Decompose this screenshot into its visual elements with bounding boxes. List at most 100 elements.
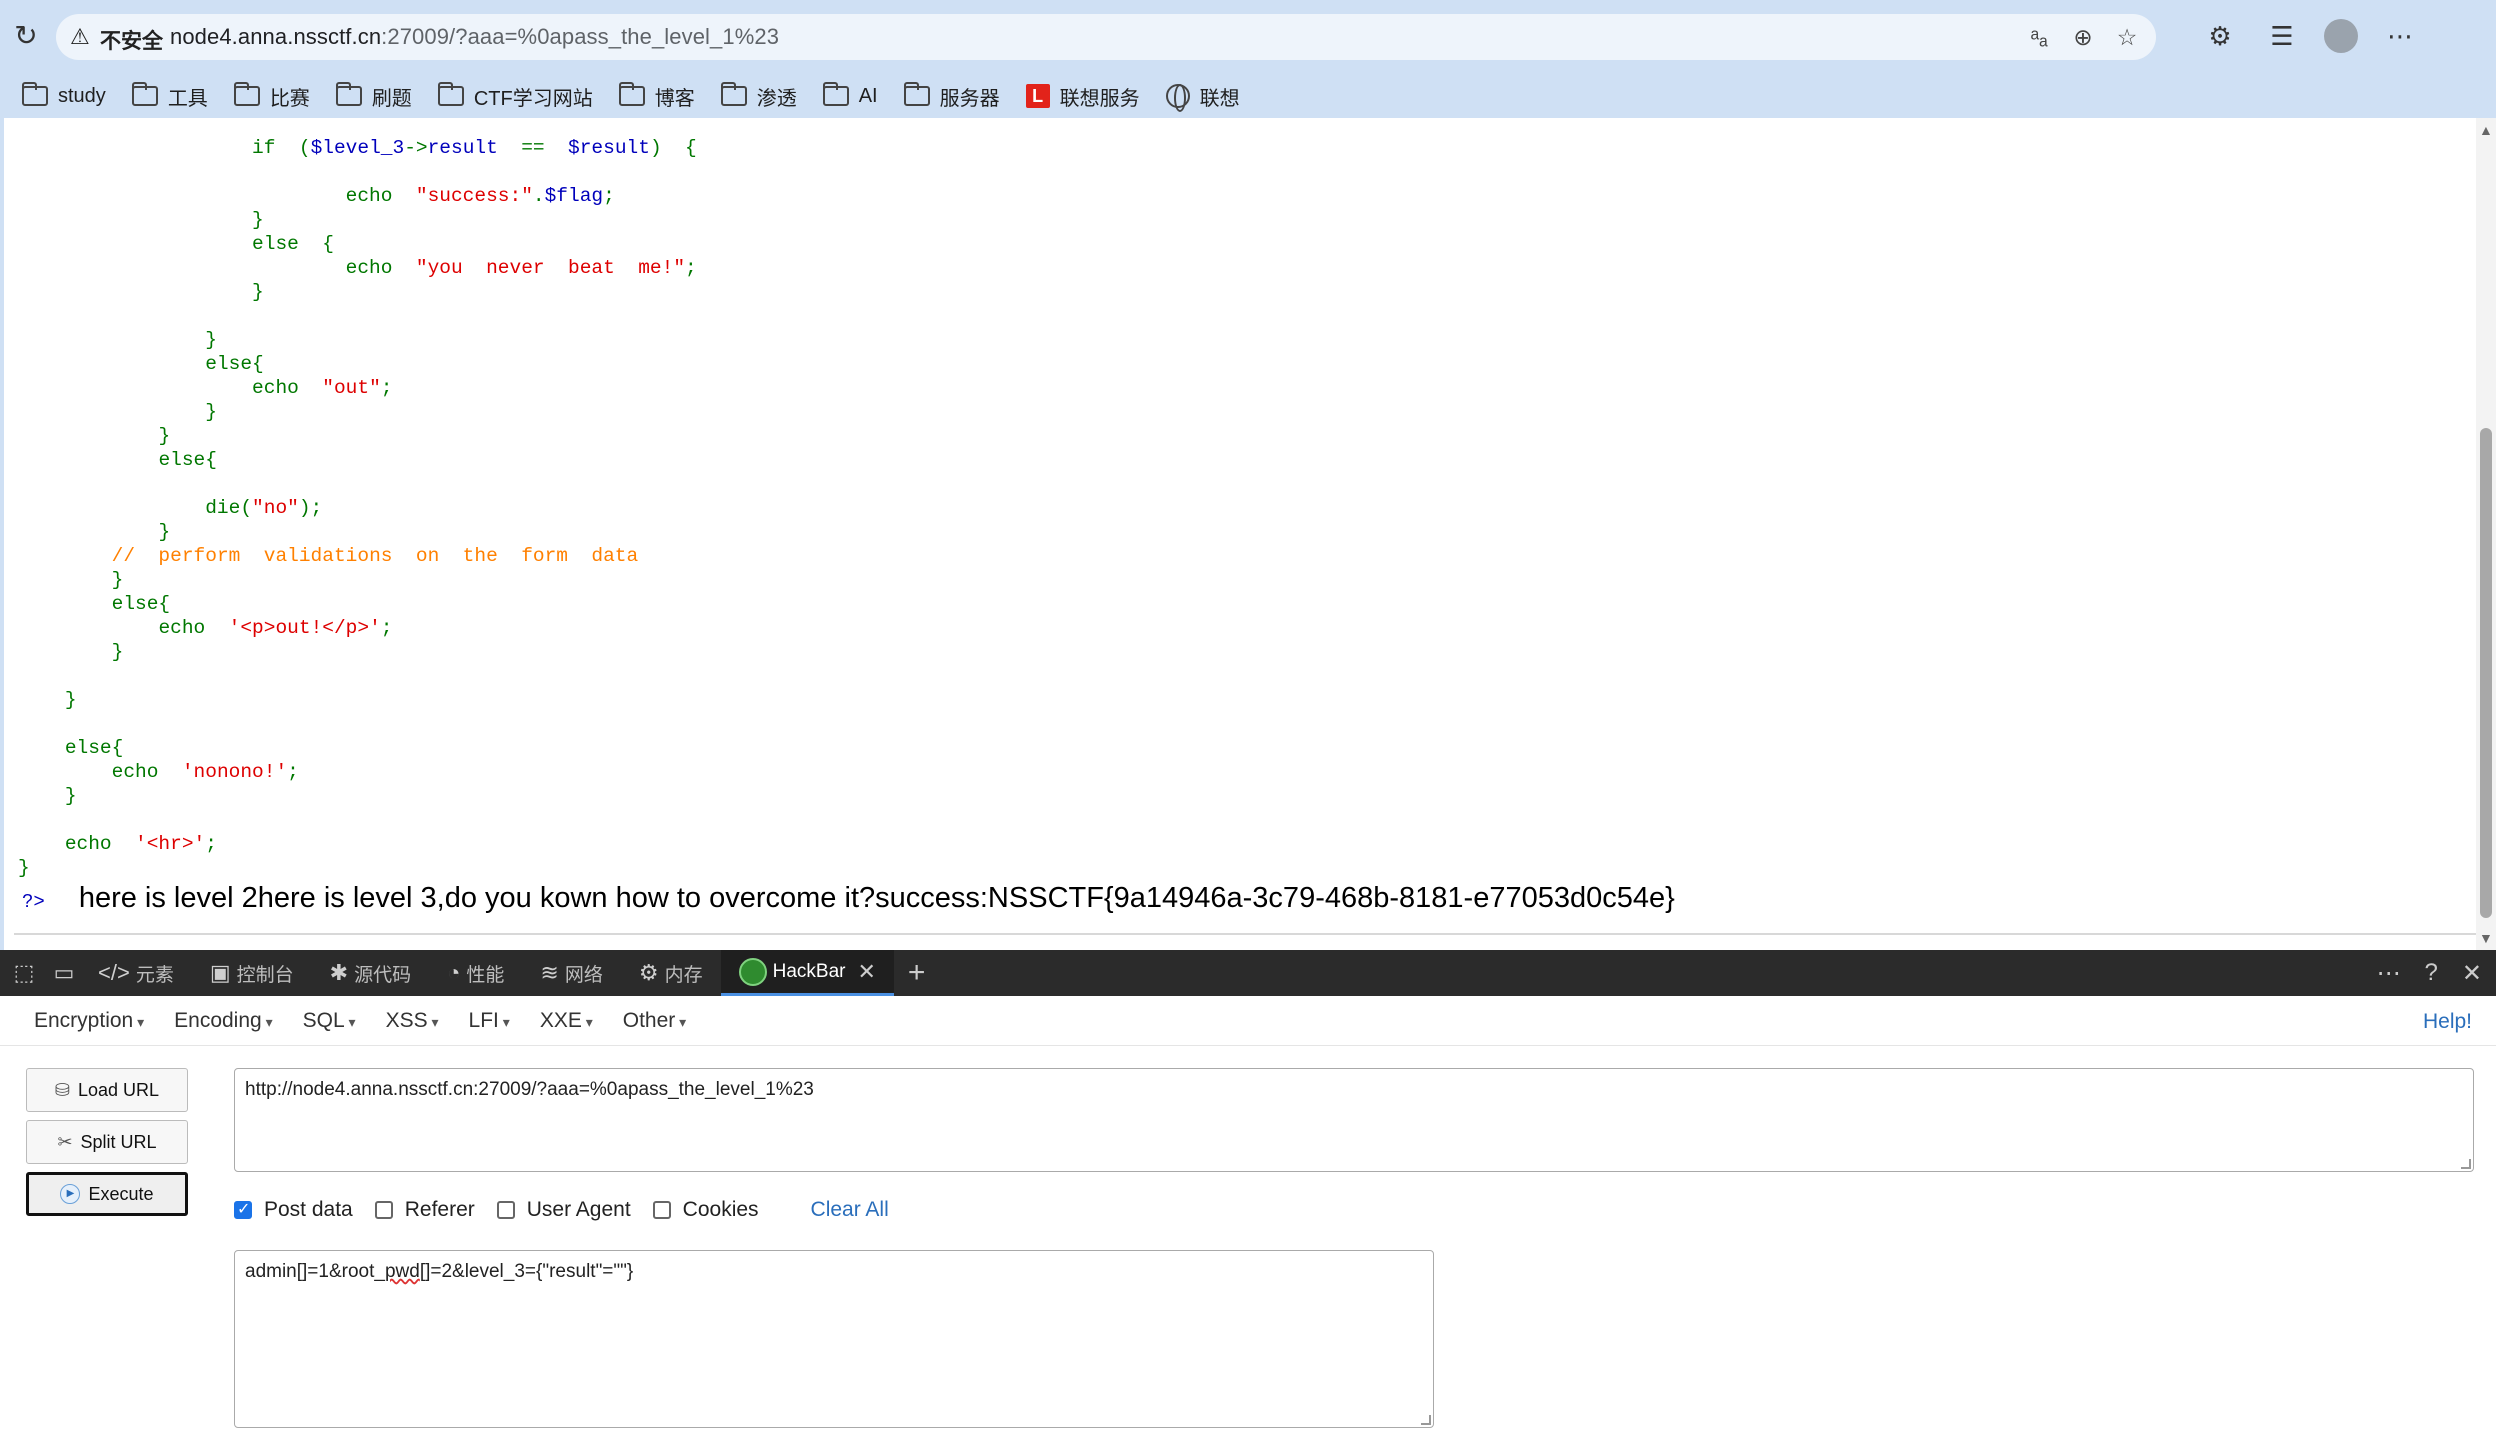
scroll-up-icon[interactable]: ▲ <box>2479 122 2493 138</box>
code-token: echo <box>345 185 416 207</box>
translate-icon[interactable]: ᵃₐ <box>2024 22 2054 52</box>
code-token: } <box>252 281 264 303</box>
code-line: } <box>18 280 697 304</box>
menu-encryption[interactable]: Encryption <box>34 1009 144 1033</box>
checkbox-checked[interactable] <box>234 1199 252 1219</box>
vertical-scrollbar[interactable]: ▲ ▼ <box>2476 118 2496 950</box>
code-line: } <box>18 424 697 448</box>
cookies-checkbox[interactable]: Cookies <box>652 1198 759 1222</box>
tab-memory[interactable]: ⚙ 内存 <box>621 950 721 996</box>
profile-avatar[interactable] <box>2324 19 2358 53</box>
bookmark-lenovo-service[interactable]: L 联想服务 <box>1025 82 1140 111</box>
post-data-textarea[interactable]: admin[]=1&root_pwd[]=2&level_3={"result"… <box>234 1250 1434 1428</box>
code-line: die("no"); <box>18 496 697 520</box>
code-token: } <box>205 329 217 351</box>
scroll-down-icon[interactable]: ▼ <box>2479 930 2493 946</box>
tab-network[interactable]: ≋ 网络 <box>522 950 620 996</box>
more-options-icon[interactable]: ⋯ <box>2377 959 2401 988</box>
add-tab-icon[interactable]: + <box>894 956 940 990</box>
code-token: echo <box>345 257 416 279</box>
code-token: result <box>427 137 522 159</box>
tab-hackbar[interactable]: HackBar ✕ <box>720 950 894 996</box>
menu-encoding[interactable]: Encoding <box>174 1009 273 1033</box>
bookmark-blog[interactable]: 博客 <box>618 82 695 111</box>
more-menu-icon[interactable]: ⋯ <box>2380 16 2420 56</box>
tab-sources[interactable]: ✱ 源代码 <box>312 950 429 996</box>
warning-icon[interactable]: ⚠ <box>70 24 90 50</box>
code-token: '<hr>' <box>135 833 206 855</box>
code-token: ; <box>380 617 393 639</box>
zoom-icon[interactable]: ⊕ <box>2068 22 2098 52</box>
split-url-button[interactable]: ✂ Split URL <box>26 1120 188 1164</box>
reload-icon[interactable]: ↻ <box>10 20 42 52</box>
bookmark-label: 比赛 <box>269 87 310 110</box>
code-token: echo <box>111 761 182 783</box>
bookmark-label: 联想服务 <box>1059 87 1140 110</box>
menu-xss[interactable]: XSS <box>386 1009 439 1033</box>
favorites-icon[interactable]: ☰ <box>2262 16 2302 56</box>
post-data-checkbox[interactable]: Post data <box>234 1198 353 1222</box>
scrollbar-thumb[interactable] <box>2480 428 2492 918</box>
code-token: } <box>111 641 124 663</box>
bookmark-pentest[interactable]: 渗透 <box>720 82 797 111</box>
bookmark-lenovo[interactable]: 联想 <box>1165 82 1240 112</box>
bookmark-practice[interactable]: 刷题 <box>335 82 412 111</box>
globe-icon <box>1165 84 1190 112</box>
code-line: } <box>18 856 697 880</box>
console-icon: ▣ <box>209 960 231 985</box>
page-viewport: if ($level_3->result == $result) { echo … <box>0 118 2496 950</box>
inspect-icon[interactable]: ⬚ <box>8 950 40 996</box>
bookmark-ai[interactable]: AI <box>822 82 878 108</box>
bookmark-ctf-sites[interactable]: CTF学习网站 <box>437 82 593 111</box>
close-devtools-icon[interactable]: ✕ <box>2462 959 2482 988</box>
browser-chrome: ↻ ⚠ 不安全 node4.anna.nssctf.cn:27009/?aaa=… <box>0 0 2496 118</box>
tab-performance[interactable]: ◔ 性能 <box>429 950 522 996</box>
device-toggle-icon[interactable]: ▭ <box>48 950 80 996</box>
resize-handle-icon[interactable] <box>2461 1159 2471 1169</box>
folder-icon <box>437 82 464 106</box>
url-value: http://node4.anna.nssctf.cn:27009/?aaa=%… <box>245 1079 814 1100</box>
url-text[interactable]: node4.anna.nssctf.cn:27009/?aaa=%0apass_… <box>170 24 779 50</box>
extensions-icon[interactable]: ⚙ <box>2200 16 2240 56</box>
bookmark-servers[interactable]: 服务器 <box>903 82 1000 111</box>
execute-button[interactable]: ▶ Execute <box>26 1172 188 1216</box>
tab-console[interactable]: ▣ 控制台 <box>192 950 312 996</box>
resize-handle-icon[interactable] <box>1421 1415 1431 1425</box>
code-token: else{ <box>205 353 264 375</box>
bookmark-contests[interactable]: 比赛 <box>233 82 310 111</box>
checkbox-unchecked[interactable] <box>652 1201 671 1219</box>
load-url-button[interactable]: ⛁ Load URL <box>26 1068 188 1112</box>
code-line: echo "success:".$flag; <box>18 184 697 208</box>
user-agent-checkbox[interactable]: User Agent <box>496 1198 631 1222</box>
bookmark-label: CTF学习网站 <box>473 87 593 110</box>
menu-xxe[interactable]: XXE <box>540 1009 593 1033</box>
favorite-star-icon[interactable]: ☆ <box>2112 22 2142 52</box>
code-token: ; <box>205 833 217 855</box>
menu-lfi[interactable]: LFI <box>469 1009 510 1033</box>
code-token: ; <box>603 185 615 207</box>
referer-checkbox[interactable]: Referer <box>374 1198 475 1222</box>
menu-sql[interactable]: SQL <box>303 1009 356 1033</box>
address-bar[interactable]: ⚠ 不安全 node4.anna.nssctf.cn:27009/?aaa=%0… <box>56 14 2156 60</box>
insecure-label[interactable]: 不安全 <box>100 25 163 55</box>
help-link[interactable]: Help! <box>2423 1010 2472 1034</box>
close-tab-icon[interactable]: ✕ <box>857 959 875 985</box>
code-line: echo "you never beat me!"; <box>18 256 697 280</box>
hackbar-logo-icon <box>738 957 767 986</box>
menu-other[interactable]: Other <box>623 1009 686 1033</box>
code-line: else{ <box>18 592 697 616</box>
code-line: echo "out"; <box>18 376 697 400</box>
code-token: "out" <box>322 377 381 399</box>
bookmark-study[interactable]: study <box>22 82 106 108</box>
checkbox-unchecked[interactable] <box>496 1201 515 1219</box>
checkbox-unchecked[interactable] <box>374 1201 393 1219</box>
tab-elements[interactable]: </> 元素 <box>80 950 192 996</box>
checkbox-label: Post data <box>264 1198 353 1221</box>
code-token: "no" <box>252 497 299 519</box>
bookmark-tools[interactable]: 工具 <box>131 82 208 111</box>
url-textarea[interactable]: http://node4.anna.nssctf.cn:27009/?aaa=%… <box>234 1068 2474 1172</box>
clear-all-link[interactable]: Clear All <box>811 1198 889 1222</box>
help-icon[interactable]: ? <box>2425 959 2438 987</box>
